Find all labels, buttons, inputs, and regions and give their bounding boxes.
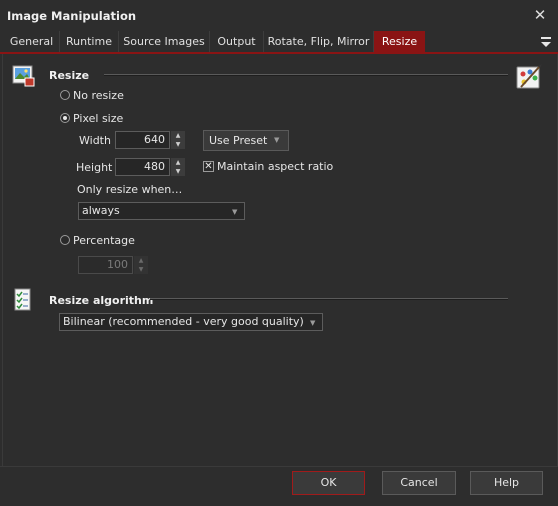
percentage-stepper: ▲ ▼ [134,256,148,274]
use-preset-label: Use Preset [209,134,268,147]
width-stepper: ▲ ▼ [171,131,185,149]
only-resize-label: Only resize when… [77,183,183,196]
chevron-down-icon: ▼ [232,208,238,216]
tab-rotate-flip-mirror[interactable]: Rotate, Flip, Mirror [264,31,374,52]
tab-bar: General Runtime Source Images Output Rot… [0,31,558,53]
pixel-size-label: Pixel size [73,112,124,125]
tab-source-images[interactable]: Source Images [119,31,210,52]
maintain-aspect-label: Maintain aspect ratio [217,160,334,173]
checklist-icon [12,288,34,312]
algorithm-section-heading: Resize algorithm [49,294,154,307]
height-input[interactable]: 480 [115,158,170,176]
percentage-radio[interactable] [60,235,70,245]
window-title: Image Manipulation [7,9,137,23]
help-button[interactable]: Help [470,471,543,495]
tab-overflow-menu-icon[interactable] [538,33,554,51]
height-stepper: ▲ ▼ [171,158,185,176]
chevron-down-icon: ▼ [274,136,280,144]
palette-edit-icon [515,63,543,91]
height-label: Height [76,161,113,174]
tab-general[interactable]: General [4,31,60,52]
percentage-input: 100 [78,256,133,274]
cancel-button[interactable]: Cancel [382,471,456,495]
tab-resize[interactable]: Resize [374,31,425,52]
use-preset-button[interactable]: Use Preset ▼ [203,130,289,151]
width-label: Width [79,134,111,147]
resize-algorithm-value: Bilinear (recommended - very good qualit… [63,315,304,328]
no-resize-label: No resize [73,89,124,102]
maintain-aspect-checkbox[interactable]: ✕ [203,161,214,172]
height-decrement-button[interactable]: ▼ [171,167,185,176]
width-input[interactable]: 640 [115,131,170,149]
tab-runtime[interactable]: Runtime [60,31,119,52]
close-icon[interactable]: ✕ [531,5,549,25]
ok-button[interactable]: OK [292,471,365,495]
width-increment-button[interactable]: ▲ [171,131,185,140]
percentage-decrement-button: ▼ [134,265,148,274]
resize-section-divider [104,74,508,76]
only-resize-value: always [82,204,120,217]
chevron-down-icon: ▼ [310,319,316,327]
height-increment-button[interactable]: ▲ [171,158,185,167]
percentage-label: Percentage [73,234,135,247]
resize-algorithm-dropdown[interactable]: Bilinear (recommended - very good qualit… [59,313,323,331]
tab-output[interactable]: Output [210,31,264,52]
percentage-increment-button: ▲ [134,256,148,265]
algorithm-section-divider [150,298,508,300]
width-decrement-button[interactable]: ▼ [171,140,185,149]
only-resize-dropdown[interactable]: always ▼ [78,202,245,220]
resize-section-heading: Resize [49,69,90,82]
image-resize-icon [12,64,35,87]
no-resize-radio[interactable] [60,90,70,100]
pixel-size-radio[interactable] [60,113,70,123]
